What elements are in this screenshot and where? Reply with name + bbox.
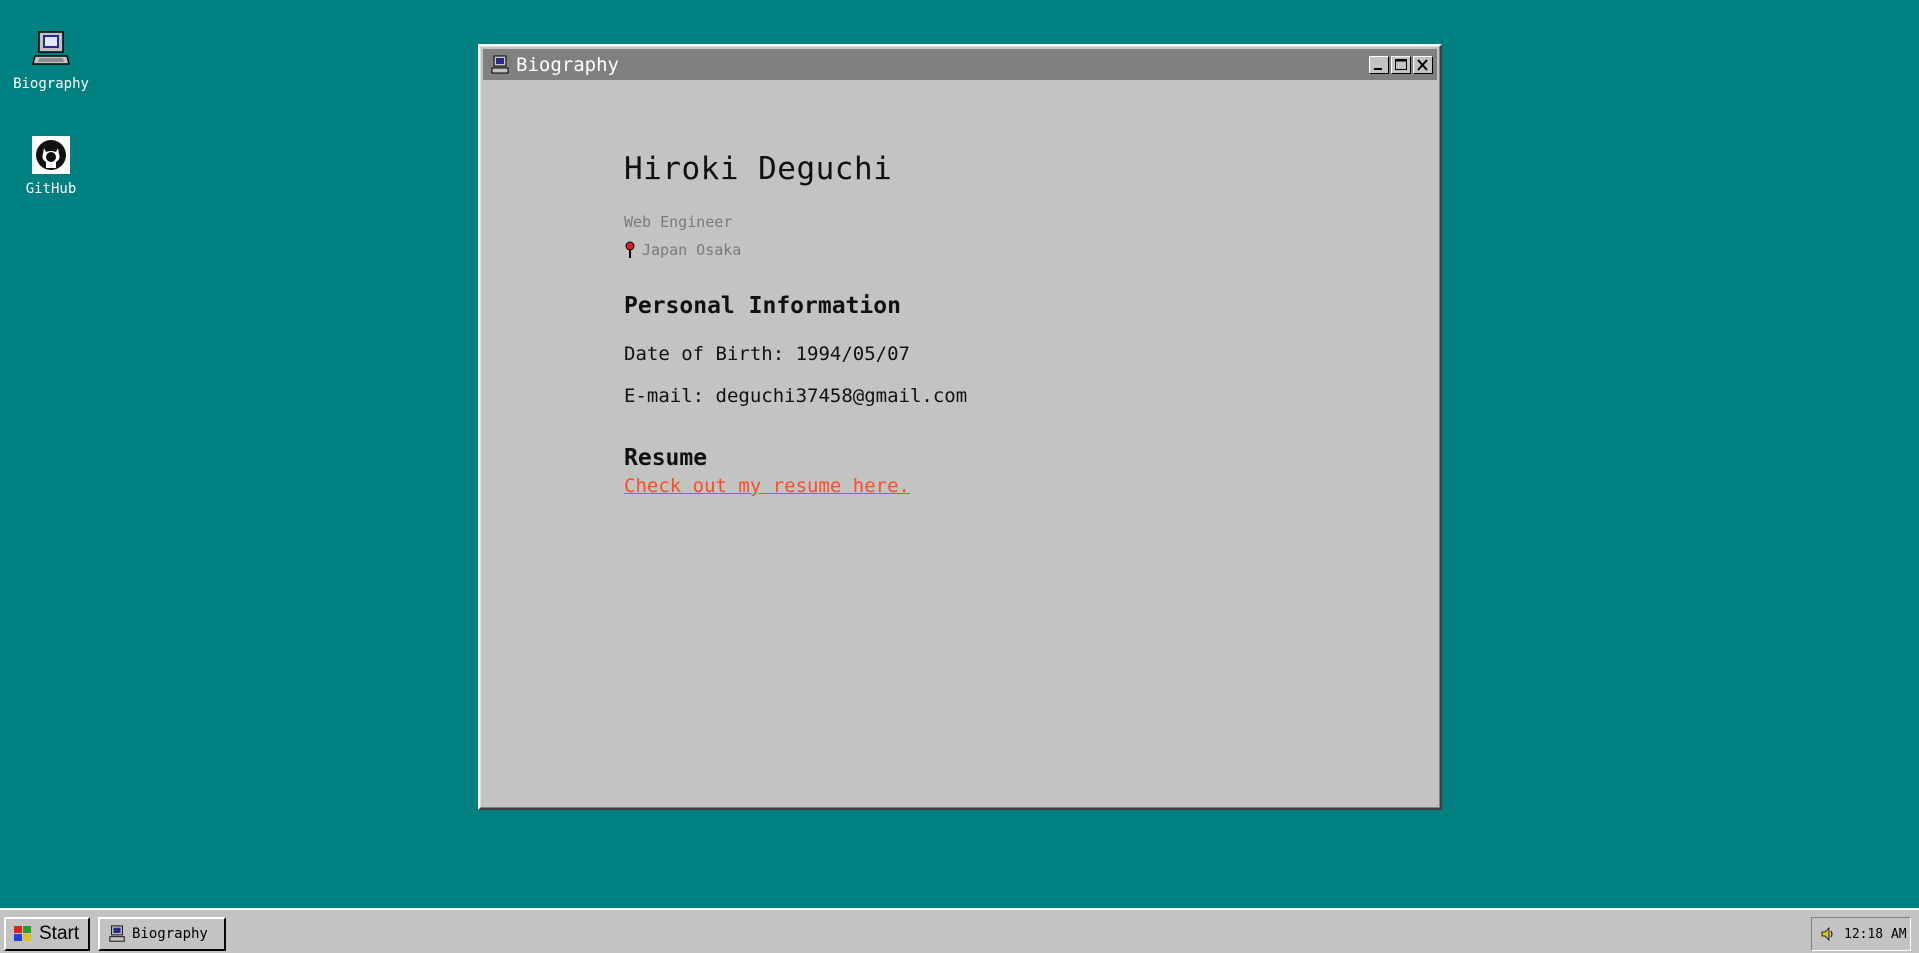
computer-icon [31, 30, 71, 70]
resume-link[interactable]: Check out my resume here. [624, 475, 910, 497]
speaker-icon[interactable] [1820, 926, 1836, 942]
biography-content: Hiroki Deguchi Web Engineer Japan Osaka … [624, 151, 1420, 497]
taskbar: Start Biography 12:18 AM [0, 908, 1919, 953]
desktop-icon-label: Biography [13, 76, 89, 92]
close-icon [1417, 59, 1428, 71]
profile-role: Web Engineer [624, 213, 733, 231]
maximize-button[interactable] [1391, 56, 1411, 74]
window-titlebar[interactable]: Biography [483, 49, 1437, 80]
biography-window: Biography Hiroki Deguchi Web Engineer Ja… [478, 44, 1442, 810]
profile-name: Hiroki Deguchi [624, 151, 893, 187]
taskbar-item-label: Biography [132, 926, 208, 942]
personal-info-heading: Personal Information [624, 293, 901, 319]
start-button[interactable]: Start [4, 917, 90, 951]
clock: 12:18 AM [1844, 926, 1907, 942]
maximize-icon [1395, 59, 1407, 70]
computer-icon [490, 55, 510, 75]
window-title: Biography [516, 53, 619, 76]
taskbar-item-biography[interactable]: Biography [98, 917, 226, 951]
desktop-icon-biography[interactable]: Biography [6, 30, 96, 92]
minimize-button[interactable] [1369, 56, 1389, 74]
computer-icon [109, 925, 125, 942]
email: E-mail: deguchi37458@gmail.com [624, 385, 968, 407]
minimize-icon [1374, 68, 1382, 70]
location-text: Japan Osaka [642, 241, 742, 259]
map-pin-icon [625, 241, 635, 258]
github-icon [31, 135, 71, 175]
system-tray: 12:18 AM [1811, 917, 1911, 951]
close-button[interactable] [1413, 56, 1433, 74]
desktop-icon-github[interactable]: GitHub [6, 135, 96, 197]
start-label: Start [39, 923, 80, 944]
profile-location: Japan Osaka [624, 241, 1420, 259]
windows-logo-icon [14, 926, 31, 941]
date-of-birth: Date of Birth: 1994/05/07 [624, 343, 910, 365]
resume-heading: Resume [624, 445, 708, 471]
desktop-icon-label: GitHub [25, 181, 77, 197]
window-controls [1369, 56, 1433, 74]
